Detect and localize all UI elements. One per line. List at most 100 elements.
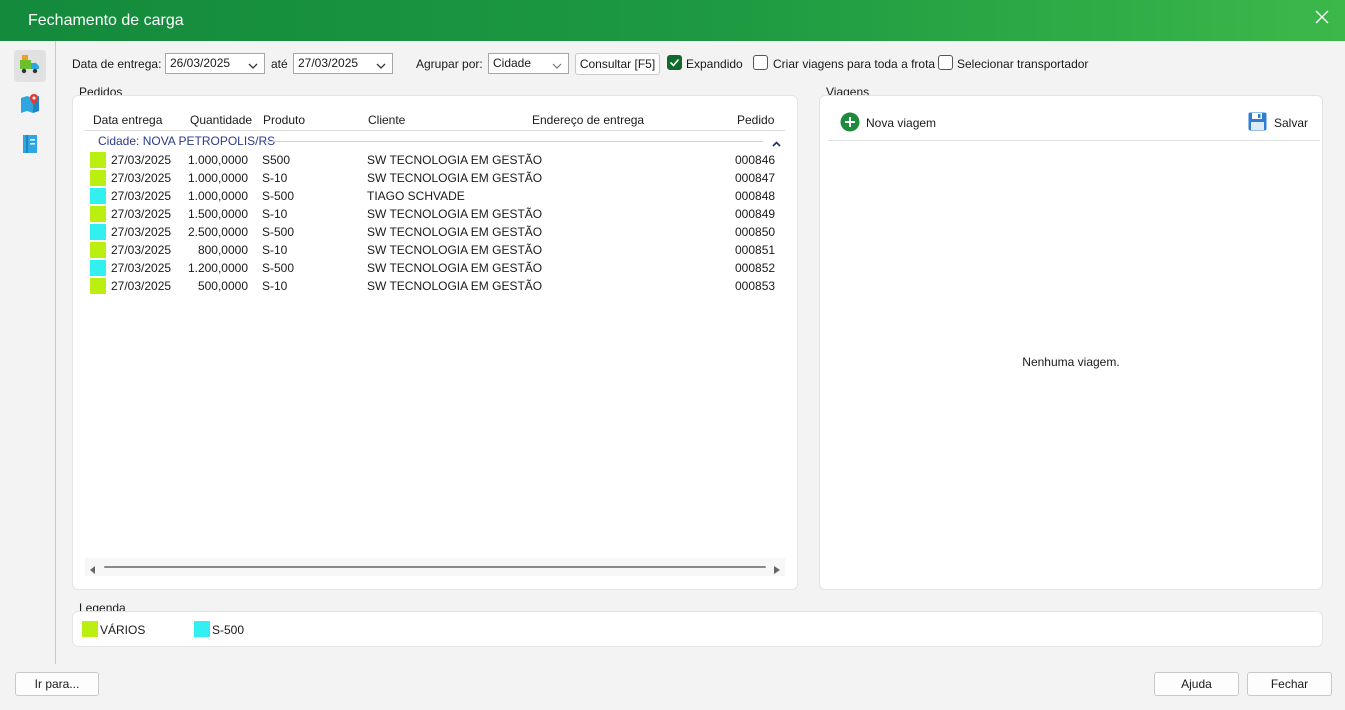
sidebar-item-mapa[interactable] [14, 89, 46, 121]
group-row-label: Cidade: NOVA PETROPOLIS/RS [98, 134, 276, 148]
table-row[interactable]: 27/03/2025 800,0000 S-10 SW TECNOLOGIA E… [73, 241, 783, 259]
save-disk-icon [1248, 112, 1267, 134]
window-title: Fechamento de carga [28, 12, 184, 29]
cell-product: S-10 [262, 243, 288, 257]
table-row[interactable]: 27/03/2025 1.500,0000 S-10 SW TECNOLOGIA… [73, 205, 783, 223]
group-by-label: Agrupar por: [416, 57, 483, 71]
cell-qty: 2.500,0000 [187, 225, 248, 239]
sidebar-separator [55, 41, 56, 664]
cell-client: SW TECNOLOGIA EM GESTÃO [367, 207, 543, 221]
check-icon [669, 58, 680, 67]
close-button[interactable]: Fechar [1247, 672, 1332, 696]
expandido-label: Expandido [686, 57, 743, 71]
cell-order: 000853 [735, 279, 776, 293]
table-row[interactable]: 27/03/2025 2.500,0000 S-500 SW TECNOLOGI… [73, 223, 783, 241]
cell-qty: 1.000,0000 [187, 153, 248, 167]
cell-order: 000849 [735, 207, 776, 221]
scroll-left-arrow-icon[interactable] [90, 563, 96, 577]
cell-product: S500 [262, 153, 291, 167]
group-by-select[interactable]: Cidade [488, 53, 569, 74]
save-label: Salvar [1274, 116, 1309, 130]
scroll-right-arrow-icon[interactable] [774, 563, 780, 577]
table-row[interactable]: 27/03/2025 1.000,0000 S500 SW TECNOLOGIA… [73, 151, 783, 169]
save-button[interactable]: Salvar [1248, 112, 1308, 134]
criar-viagens-checkbox[interactable] [753, 55, 768, 70]
table-row[interactable]: 27/03/2025 1.200,0000 S-500 SW TECNOLOGI… [73, 259, 783, 277]
column-header-data[interactable]: Data entrega [93, 113, 162, 127]
cell-order: 000851 [735, 243, 776, 257]
cell-product: S-10 [262, 207, 288, 221]
column-header-quantidade[interactable]: Quantidade [190, 113, 252, 127]
date-label: Data de entrega: [72, 57, 162, 71]
legend-swatch [82, 621, 98, 637]
grid-header: Data entrega Quantidade Produto Cliente … [73, 113, 797, 130]
cell-date: 27/03/2025 [111, 189, 172, 203]
color-swatch [90, 278, 106, 294]
date-from-value: 26/03/2025 [170, 56, 231, 70]
horizontal-scrollbar[interactable] [85, 558, 785, 576]
group-by-value: Cidade [493, 56, 532, 70]
selecionar-transportador-label: Selecionar transportador [957, 57, 1089, 71]
goto-button[interactable]: Ir para... [15, 672, 99, 696]
pedidos-panel: Data entrega Quantidade Produto Cliente … [73, 96, 797, 589]
table-row[interactable]: 27/03/2025 1.000,0000 S-500 TIAGO SCHVAD… [73, 187, 783, 205]
column-header-pedido[interactable]: Pedido [737, 113, 774, 127]
filter-toolbar: Data de entrega: 26/03/2025 até 27/03/20… [72, 53, 1332, 75]
cell-date: 27/03/2025 [111, 171, 172, 185]
expandido-checkbox[interactable] [667, 55, 682, 70]
cell-date: 27/03/2025 [111, 279, 172, 293]
truck-loading-icon [19, 54, 41, 79]
document-icon [21, 134, 39, 157]
cell-date: 27/03/2025 [111, 207, 172, 221]
group-divider [265, 141, 763, 142]
selecionar-transportador-checkbox[interactable] [938, 55, 953, 70]
legend-swatch [194, 621, 210, 637]
sidebar-item-carga[interactable] [14, 50, 46, 82]
cell-qty: 1.000,0000 [187, 189, 248, 203]
close-icon[interactable] [1315, 10, 1331, 28]
legend-panel: VÁRIOS S-500 [73, 612, 1322, 646]
title-bar: Fechamento de carga [0, 0, 1345, 41]
cell-qty: 800,0000 [197, 243, 248, 257]
date-from-picker[interactable]: 26/03/2025 [165, 53, 265, 74]
sidebar-item-documento[interactable] [14, 129, 46, 161]
cell-client: SW TECNOLOGIA EM GESTÃO [367, 171, 543, 185]
cell-order: 000848 [735, 189, 776, 203]
table-row[interactable]: 27/03/2025 500,0000 S-10 SW TECNOLOGIA E… [73, 277, 783, 295]
map-pin-icon [19, 93, 41, 118]
color-swatch [90, 242, 106, 258]
ate-label: até [271, 57, 288, 71]
color-swatch [90, 206, 106, 222]
cell-client: SW TECNOLOGIA EM GESTÃO [367, 279, 543, 293]
cell-qty: 1.000,0000 [187, 171, 248, 185]
cell-order: 000847 [735, 171, 776, 185]
column-header-cliente[interactable]: Cliente [368, 113, 405, 127]
cell-product: S-500 [262, 225, 295, 239]
column-header-endereco[interactable]: Endereço de entrega [532, 113, 644, 127]
table-row[interactable]: 27/03/2025 1.000,0000 S-10 SW TECNOLOGIA… [73, 169, 783, 187]
collapse-chevron-icon[interactable] [772, 136, 781, 150]
cell-client: SW TECNOLOGIA EM GESTÃO [367, 243, 543, 257]
column-header-produto[interactable]: Produto [263, 113, 305, 127]
legend-label: S-500 [212, 623, 245, 637]
chevron-down-icon [376, 59, 386, 73]
cell-client: SW TECNOLOGIA EM GESTÃO [367, 261, 543, 275]
cell-client: TIAGO SCHVADE [367, 189, 465, 203]
cell-date: 27/03/2025 [111, 225, 172, 239]
plus-circle-icon [840, 112, 860, 135]
cell-product: S-10 [262, 279, 288, 293]
help-button[interactable]: Ajuda [1154, 672, 1239, 696]
cell-order: 000850 [735, 225, 776, 239]
color-swatch [90, 152, 106, 168]
color-swatch [90, 170, 106, 186]
empty-trips-message: Nenhuma viagem. [1022, 355, 1120, 369]
cell-date: 27/03/2025 [111, 153, 172, 167]
header-divider [85, 130, 785, 131]
cell-product: S-500 [262, 261, 295, 275]
consult-button[interactable]: Consultar [F5] [575, 53, 660, 75]
scrollbar-thumb[interactable] [104, 566, 766, 568]
date-to-value: 27/03/2025 [298, 56, 359, 70]
cell-date: 27/03/2025 [111, 261, 172, 275]
date-to-picker[interactable]: 27/03/2025 [293, 53, 393, 74]
cell-client: SW TECNOLOGIA EM GESTÃO [367, 153, 543, 167]
